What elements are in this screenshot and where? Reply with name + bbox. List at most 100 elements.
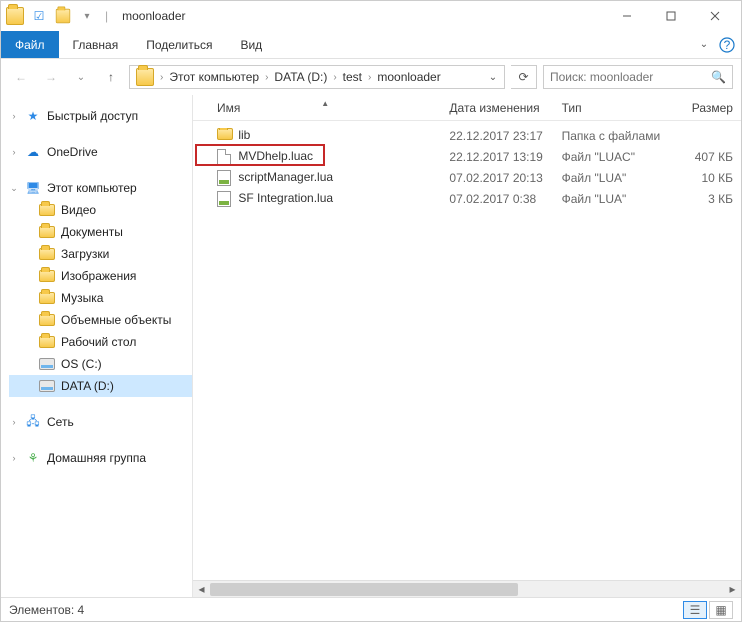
column-headers: Имя ▲ Дата изменения Тип Размер xyxy=(193,95,741,121)
file-list-pane: Имя ▲ Дата изменения Тип Размер lib22.12… xyxy=(193,95,741,597)
sidebar-item[interactable]: Рабочий стол xyxy=(9,331,192,353)
sidebar-item-quick-access[interactable]: › ★ Быстрый доступ xyxy=(9,105,192,127)
sidebar-item[interactable]: Документы xyxy=(9,221,192,243)
file-type: Файл "LUA" xyxy=(554,192,675,206)
search-box[interactable]: 🔍 xyxy=(543,65,733,89)
sidebar-item-label: Быстрый доступ xyxy=(47,109,138,123)
horizontal-scrollbar[interactable]: ◂ ▸ xyxy=(193,580,741,597)
file-date: 07.02.2017 0:38 xyxy=(441,192,553,206)
address-bar[interactable]: › Этот компьютер › DATA (D:) › test › mo… xyxy=(129,65,505,89)
forward-button[interactable]: → xyxy=(39,65,63,89)
search-input[interactable] xyxy=(550,70,711,84)
chevron-right-icon[interactable]: › xyxy=(331,72,338,83)
folder-icon xyxy=(39,312,55,328)
chevron-right-icon[interactable]: › xyxy=(9,111,19,121)
folder-icon xyxy=(5,6,25,26)
sidebar-item-onedrive[interactable]: › ☁ OneDrive xyxy=(9,141,192,163)
lua-file-icon xyxy=(217,191,233,207)
file-type: Файл "LUA" xyxy=(554,171,675,185)
breadcrumb-item[interactable]: DATA (D:) xyxy=(270,70,331,84)
sidebar-item-label: Этот компьютер xyxy=(47,181,137,195)
chevron-right-icon[interactable]: › xyxy=(9,453,19,463)
status-bar: Элементов: 4 ☰ ▦ xyxy=(1,597,741,621)
quick-access-toolbar: ☑ ▾ | moonloader xyxy=(5,6,186,26)
column-header-size[interactable]: Размер xyxy=(675,101,741,115)
navigation-pane: › ★ Быстрый доступ › ☁ OneDrive ⌄ 🖥 Этот… xyxy=(1,95,193,597)
chevron-right-icon[interactable]: › xyxy=(9,417,19,427)
sidebar-item[interactable]: OS (C:) xyxy=(9,353,192,375)
back-button[interactable]: ← xyxy=(9,65,33,89)
refresh-button[interactable]: ⟳ xyxy=(511,65,537,89)
icons-view-button[interactable]: ▦ xyxy=(709,601,733,619)
tab-file[interactable]: Файл xyxy=(1,31,59,58)
address-dropdown[interactable]: ⌄ xyxy=(484,72,502,83)
folder-icon xyxy=(39,268,55,284)
sidebar-item-label: Музыка xyxy=(61,291,103,305)
drive-icon xyxy=(39,358,55,370)
sidebar-item[interactable]: Видео xyxy=(9,199,192,221)
chevron-right-icon[interactable]: › xyxy=(366,72,373,83)
file-date: 07.02.2017 20:13 xyxy=(441,171,553,185)
sidebar-item[interactable]: Загрузки xyxy=(9,243,192,265)
network-icon: 🖧 xyxy=(25,414,41,430)
chevron-right-icon[interactable]: › xyxy=(263,72,270,83)
folder-icon xyxy=(39,290,55,306)
sidebar-item-label: Загрузки xyxy=(61,247,109,261)
file-row[interactable]: scriptManager.lua07.02.2017 20:13Файл "L… xyxy=(209,167,741,188)
file-list[interactable]: lib22.12.2017 23:17Папка с файлами MVDhe… xyxy=(193,121,741,580)
drive-icon xyxy=(39,380,55,392)
up-button[interactable]: ↑ xyxy=(99,65,123,89)
details-view-button[interactable]: ☰ xyxy=(683,601,707,619)
folder-icon xyxy=(217,128,233,144)
file-row[interactable]: MVDhelp.luac22.12.2017 13:19Файл "LUAC"4… xyxy=(209,146,741,167)
sidebar-item[interactable]: DATA (D:) xyxy=(9,375,192,397)
column-header-name[interactable]: Имя ▲ xyxy=(209,101,441,115)
file-row[interactable]: SF Integration.lua07.02.2017 0:38Файл "L… xyxy=(209,188,741,209)
sidebar-item-this-pc[interactable]: ⌄ 🖥 Этот компьютер xyxy=(9,177,192,199)
tab-home[interactable]: Главная xyxy=(59,31,133,58)
file-name: scriptManager.lua xyxy=(209,170,441,186)
sidebar-item-label: OneDrive xyxy=(47,145,98,159)
folder-icon xyxy=(39,246,55,262)
sidebar-item[interactable]: Изображения xyxy=(9,265,192,287)
sidebar-item-label: Рабочий стол xyxy=(61,335,136,349)
sidebar-item[interactable]: Музыка xyxy=(9,287,192,309)
scroll-thumb[interactable] xyxy=(210,583,518,596)
tab-view[interactable]: Вид xyxy=(226,31,276,58)
scroll-track[interactable] xyxy=(210,581,724,598)
lua-file-icon xyxy=(217,170,233,186)
scroll-right-button[interactable]: ▸ xyxy=(724,581,741,598)
qat-properties-icon[interactable]: ☑ xyxy=(29,6,49,26)
close-button[interactable] xyxy=(693,2,737,30)
ribbon-expand-button[interactable]: ⌄ xyxy=(695,31,713,58)
sidebar-item-label: Объемные объекты xyxy=(61,313,171,327)
folder-icon xyxy=(136,68,154,86)
column-header-type[interactable]: Тип xyxy=(554,101,675,115)
sidebar-item-label: Домашняя группа xyxy=(47,451,146,465)
chevron-down-icon[interactable]: ⌄ xyxy=(9,183,19,194)
file-type: Папка с файлами xyxy=(554,129,675,143)
qat-newfolder-icon[interactable] xyxy=(53,6,73,26)
search-icon[interactable]: 🔍 xyxy=(711,70,726,84)
recent-locations-dropdown[interactable]: ⌄ xyxy=(69,65,93,89)
sidebar-item-network[interactable]: › 🖧 Сеть xyxy=(9,411,192,433)
breadcrumb-item[interactable]: Этот компьютер xyxy=(165,70,263,84)
sort-ascending-icon: ▲ xyxy=(321,99,329,108)
column-header-date[interactable]: Дата изменения xyxy=(441,101,553,115)
sidebar-item-homegroup[interactable]: › ⚘ Домашняя группа xyxy=(9,447,192,469)
chevron-right-icon[interactable]: › xyxy=(9,147,19,157)
file-size: 10 КБ xyxy=(675,171,741,185)
file-row[interactable]: lib22.12.2017 23:17Папка с файлами xyxy=(209,125,741,146)
tab-share[interactable]: Поделиться xyxy=(132,31,226,58)
minimize-button[interactable] xyxy=(605,2,649,30)
item-count-label: Элементов: 4 xyxy=(9,603,84,617)
sidebar-item[interactable]: Объемные объекты xyxy=(9,309,192,331)
file-icon xyxy=(217,149,233,165)
help-button[interactable]: ? xyxy=(713,31,741,58)
breadcrumb-item[interactable]: moonloader xyxy=(373,70,444,84)
qat-customize-dropdown[interactable]: ▾ xyxy=(77,6,97,26)
breadcrumb-item[interactable]: test xyxy=(339,70,366,84)
maximize-button[interactable] xyxy=(649,2,693,30)
scroll-left-button[interactable]: ◂ xyxy=(193,581,210,598)
chevron-right-icon[interactable]: › xyxy=(158,72,165,83)
